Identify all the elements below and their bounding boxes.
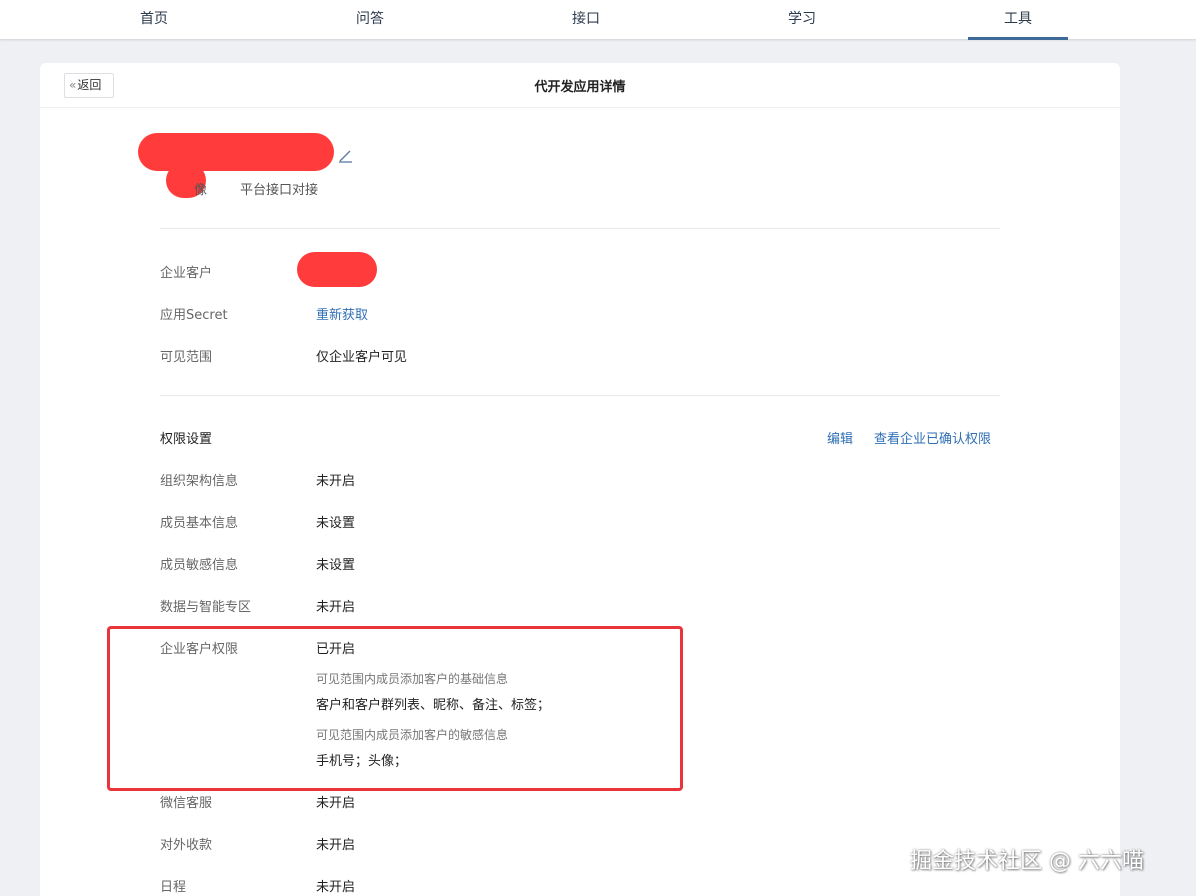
visibility-label: 可见范围: [160, 350, 213, 365]
secret-label: 应用Secret: [160, 308, 228, 323]
highlight-annotation-box: [107, 626, 683, 791]
permission-value: 未设置: [316, 558, 356, 573]
edit-pencil-icon[interactable]: [338, 147, 354, 163]
permission-label: 组织架构信息: [160, 474, 239, 489]
view-confirmed-permissions-link[interactable]: 查看企业已确认权限: [874, 428, 991, 447]
redacted-app-name: [138, 133, 334, 171]
nav-tab-qa[interactable]: 问答: [320, 0, 420, 40]
refresh-secret-link[interactable]: 重新获取: [316, 304, 368, 323]
nav-tab-api[interactable]: 接口: [536, 0, 636, 40]
divider: [160, 395, 1000, 396]
permission-value: 未开启: [316, 474, 356, 489]
permission-label: 微信客服: [160, 796, 213, 811]
page-title: 代开发应用详情: [534, 80, 626, 95]
permission-value: 未设置: [316, 516, 356, 531]
card-header: «返回 代开发应用详情: [40, 63, 1120, 108]
permission-value: 未开启: [316, 880, 356, 895]
nav-tab-tools[interactable]: 工具: [968, 0, 1068, 40]
redacted-customer-name: [297, 252, 377, 287]
edit-permissions-link[interactable]: 编辑: [827, 428, 853, 447]
permission-label: 成员敏感信息: [160, 558, 239, 573]
app-tag-fragment: 像: [194, 183, 208, 198]
permission-value: 未开启: [316, 600, 356, 615]
customer-label: 企业客户: [160, 266, 213, 281]
top-nav: 首页 问答 接口 学习 工具: [0, 0, 1196, 40]
permission-label: 对外收款: [160, 838, 213, 853]
permissions-title: 权限设置: [160, 432, 213, 447]
app-tag: 平台接口对接: [240, 183, 319, 198]
permission-label: 日程: [160, 880, 187, 895]
permission-value: 未开启: [316, 796, 356, 811]
permission-label: 数据与智能专区: [160, 600, 252, 615]
visibility-value: 仅企业客户可见: [316, 350, 408, 365]
nav-tab-home[interactable]: 首页: [104, 0, 204, 40]
watermark: 掘金技术社区 @ 六六喵: [910, 849, 1144, 874]
permission-label: 成员基本信息: [160, 516, 239, 531]
divider: [160, 228, 1000, 229]
permission-value: 未开启: [316, 838, 356, 853]
nav-tab-learn[interactable]: 学习: [752, 0, 852, 40]
